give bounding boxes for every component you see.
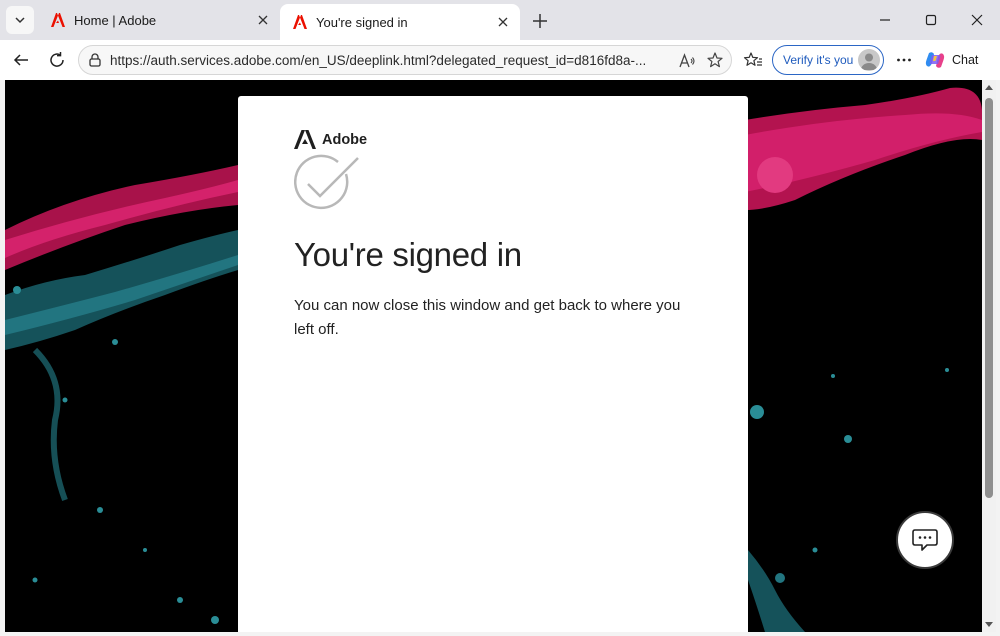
more-horizontal-icon [897,58,911,62]
tab-strip: Home | Adobe You're signed in [0,0,1000,40]
browser-toolbar: https://auth.services.adobe.com/en_US/de… [0,40,1000,80]
page-title: You're signed in [294,236,522,273]
plus-icon [533,14,547,28]
close-icon [498,17,508,27]
page-scrollbar[interactable] [982,80,996,632]
tab-signed-in[interactable]: You're signed in [280,4,520,40]
favorite-star-icon[interactable] [706,51,724,69]
close-icon [258,15,268,25]
confirmation-message: You can now close this window and get ba… [294,297,681,338]
chevron-down-icon [15,17,25,24]
scroll-up-arrow-icon[interactable] [985,84,993,92]
new-tab-button[interactable] [527,8,553,34]
address-bar[interactable]: https://auth.services.adobe.com/en_US/de… [78,45,732,75]
scroll-down-arrow-icon[interactable] [985,620,993,628]
verify-identity-button[interactable]: Verify it's you [772,45,884,75]
lock-icon[interactable] [87,52,103,68]
tab-home-adobe[interactable]: Home | Adobe [38,4,280,36]
back-button[interactable] [7,46,35,74]
checkmark-circle-icon [294,154,359,210]
refresh-button[interactable] [43,46,71,74]
tab-title: Home | Adobe [74,12,157,28]
adobe-logo-icon [293,15,307,29]
copilot-icon [925,52,945,68]
refresh-icon [50,52,64,67]
minimize-button[interactable] [862,4,908,36]
close-icon [971,14,983,26]
page-viewport: Adobe You're signed in You can now close… [5,80,982,632]
chat-bubble-icon [912,529,938,551]
adobe-logo-icon [51,13,65,27]
tab-close-button[interactable] [492,11,514,33]
person-icon [861,53,877,70]
copilot-chat-button[interactable]: Chat [924,45,994,75]
feedback-chat-button[interactable] [896,511,954,569]
adobe-brand: Adobe [294,130,367,149]
adobe-logo-icon [294,130,316,149]
chat-label: Chat [952,53,979,67]
more-options-button[interactable] [890,46,918,74]
favorites-icon [743,52,762,66]
brand-name: Adobe [322,131,368,148]
tab-title: You're signed in [316,14,408,30]
minimize-icon [880,19,890,21]
profile-avatar [858,49,880,71]
favorites-button[interactable] [739,46,767,74]
maximize-icon [925,14,937,26]
maximize-button[interactable] [908,4,954,36]
read-aloud-icon[interactable] [678,52,696,70]
tab-close-button[interactable] [252,9,274,31]
signin-confirmation-card: Adobe You're signed in You can now close… [238,96,748,632]
url-text[interactable]: https://auth.services.adobe.com/en_US/de… [110,53,646,68]
arrow-left-icon [13,54,28,66]
tab-actions-menu-button[interactable] [6,6,34,34]
close-window-button[interactable] [954,4,1000,36]
verify-label: Verify it's you [783,53,854,67]
scrollbar-thumb[interactable] [985,98,993,498]
